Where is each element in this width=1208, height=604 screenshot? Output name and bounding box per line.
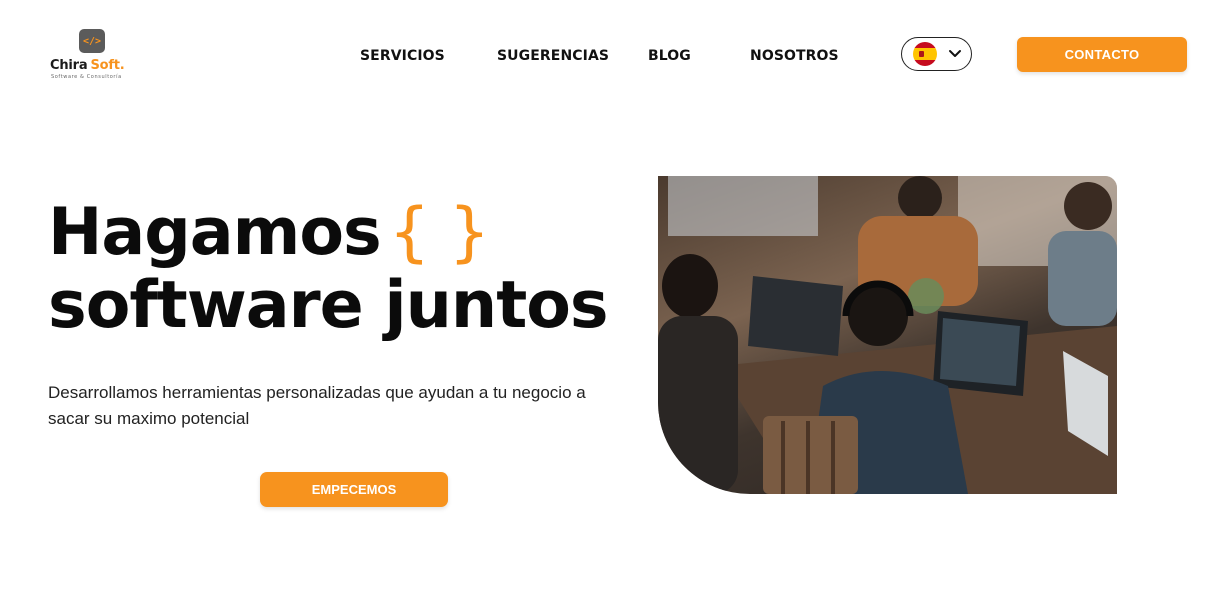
braces-icon: { }: [388, 195, 490, 270]
brand-tagline: Software & Consultoría: [51, 74, 122, 80]
start-button[interactable]: EMPECEMOS: [260, 472, 448, 507]
brand-name-part1: Chira: [50, 58, 88, 73]
hero-title-line1: Hagamos: [48, 195, 382, 270]
chevron-down-icon: [949, 50, 961, 57]
hero-subtitle: Desarrollamos herramientas personalizada…: [48, 383, 586, 428]
brand-name-part2: Soft.: [90, 58, 125, 73]
nav-item-sugerencias[interactable]: SUGERENCIAS: [497, 48, 609, 64]
hero-title: Hagamos{ } software juntos: [48, 195, 609, 343]
logo[interactable]: </> Chira Soft. Software & Consultoría: [50, 29, 140, 81]
hero-photo: [658, 176, 1117, 494]
brand-name: Chira Soft.: [50, 58, 125, 73]
team-working-illustration: [658, 176, 1117, 494]
contact-button[interactable]: CONTACTO: [1017, 37, 1187, 72]
spain-flag-icon: [913, 42, 937, 66]
hero-title-line2: software juntos: [48, 268, 609, 343]
code-icon: </>: [79, 29, 105, 53]
nav-item-nosotros[interactable]: NOSOTROS: [750, 48, 839, 64]
nav-item-servicios[interactable]: SERVICIOS: [360, 48, 445, 64]
nav-item-blog[interactable]: BLOG: [648, 48, 691, 64]
language-selector[interactable]: [901, 37, 972, 71]
